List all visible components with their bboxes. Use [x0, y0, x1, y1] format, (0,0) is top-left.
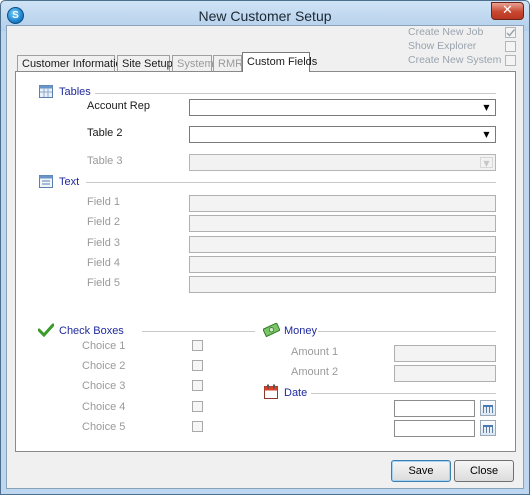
choice-5-label: Choice 5 — [82, 421, 126, 433]
account-rep-dropdown[interactable]: ▼ — [189, 99, 496, 116]
date-1-input[interactable] — [394, 400, 475, 417]
money-divider — [318, 331, 496, 332]
field-4-input[interactable] — [189, 256, 496, 273]
date-divider — [311, 393, 496, 394]
date-1-calendar-button[interactable] — [480, 400, 496, 416]
date-section-header: Date — [284, 387, 308, 399]
money-section-header: Money — [284, 325, 318, 337]
account-rep-label: Account Rep — [87, 100, 150, 112]
tab-site-setup[interactable]: Site Setup — [117, 55, 173, 72]
field-4-label: Field 4 — [87, 257, 121, 269]
dropdown-arrow-icon: ▼ — [480, 157, 493, 168]
choice-2-checkbox[interactable] — [192, 360, 203, 371]
text-divider — [86, 182, 496, 183]
field-2-label: Field 2 — [87, 216, 121, 228]
choice-4-label: Choice 4 — [82, 401, 126, 413]
save-button[interactable]: Save — [391, 460, 451, 482]
window-title: New Customer Setup — [198, 8, 332, 24]
dropdown-arrow-icon: ▼ — [483, 103, 490, 112]
calendar-grid-icon — [483, 405, 493, 413]
money-icon — [263, 323, 280, 337]
amount-2-label: Amount 2 — [291, 366, 339, 378]
field-1-input[interactable] — [189, 195, 496, 212]
amount-2-input[interactable] — [394, 365, 496, 382]
check-boxes-section-header: Check Boxes — [59, 325, 124, 337]
text-section-header: Text — [59, 176, 80, 188]
dropdown-arrow-icon: ▼ — [483, 130, 490, 139]
close-window-button[interactable]: ✕ — [491, 2, 524, 20]
table-2-label: Table 2 — [87, 127, 123, 139]
close-button[interactable]: Close — [454, 460, 514, 482]
date-2-input[interactable] — [394, 420, 475, 437]
option-create-new-job-label: Create New Job — [408, 26, 484, 38]
tables-section-header: Tables — [59, 86, 91, 98]
field-1-label: Field 1 — [87, 196, 121, 208]
date-2-calendar-button[interactable] — [480, 420, 496, 436]
check-icon — [506, 29, 516, 37]
field-5-input[interactable] — [189, 276, 496, 293]
choice-4-checkbox[interactable] — [192, 401, 203, 412]
option-create-new-system-label: Create New System — [408, 54, 502, 66]
option-show-explorer-label: Show Explorer — [408, 40, 477, 52]
tab-custom-fields[interactable]: Custom Fields — [242, 52, 317, 72]
choice-3-checkbox[interactable] — [192, 380, 203, 391]
checkmark-icon — [38, 323, 54, 337]
amount-1-label: Amount 1 — [291, 346, 339, 358]
table-2-dropdown[interactable]: ▼ — [189, 126, 496, 143]
table-icon — [39, 85, 53, 98]
check-boxes-divider — [142, 331, 255, 332]
amount-1-input[interactable] — [394, 345, 496, 362]
calendar-icon — [264, 384, 278, 399]
choice-1-label: Choice 1 — [82, 340, 126, 352]
field-5-label: Field 5 — [87, 277, 121, 289]
text-form-icon — [39, 175, 53, 188]
tab-system[interactable]: System — [172, 55, 214, 72]
option-create-new-job-checkbox[interactable] — [505, 27, 516, 38]
choice-2-label: Choice 2 — [82, 360, 126, 372]
choice-5-checkbox[interactable] — [192, 421, 203, 432]
choice-1-checkbox[interactable] — [192, 340, 203, 351]
tables-divider — [95, 93, 496, 94]
field-3-input[interactable] — [189, 236, 496, 253]
option-show-explorer-checkbox[interactable] — [505, 41, 516, 52]
table-3-dropdown[interactable]: ▼ — [189, 154, 496, 171]
tab-rmr[interactable]: RMR — [213, 55, 243, 72]
calendar-grid-icon — [483, 425, 493, 433]
field-2-input[interactable] — [189, 215, 496, 232]
tab-customer-information[interactable]: Customer Information — [17, 55, 128, 72]
field-3-label: Field 3 — [87, 237, 121, 249]
table-3-label: Table 3 — [87, 155, 123, 167]
option-create-new-system-checkbox[interactable] — [505, 55, 516, 66]
choice-3-label: Choice 3 — [82, 380, 126, 392]
